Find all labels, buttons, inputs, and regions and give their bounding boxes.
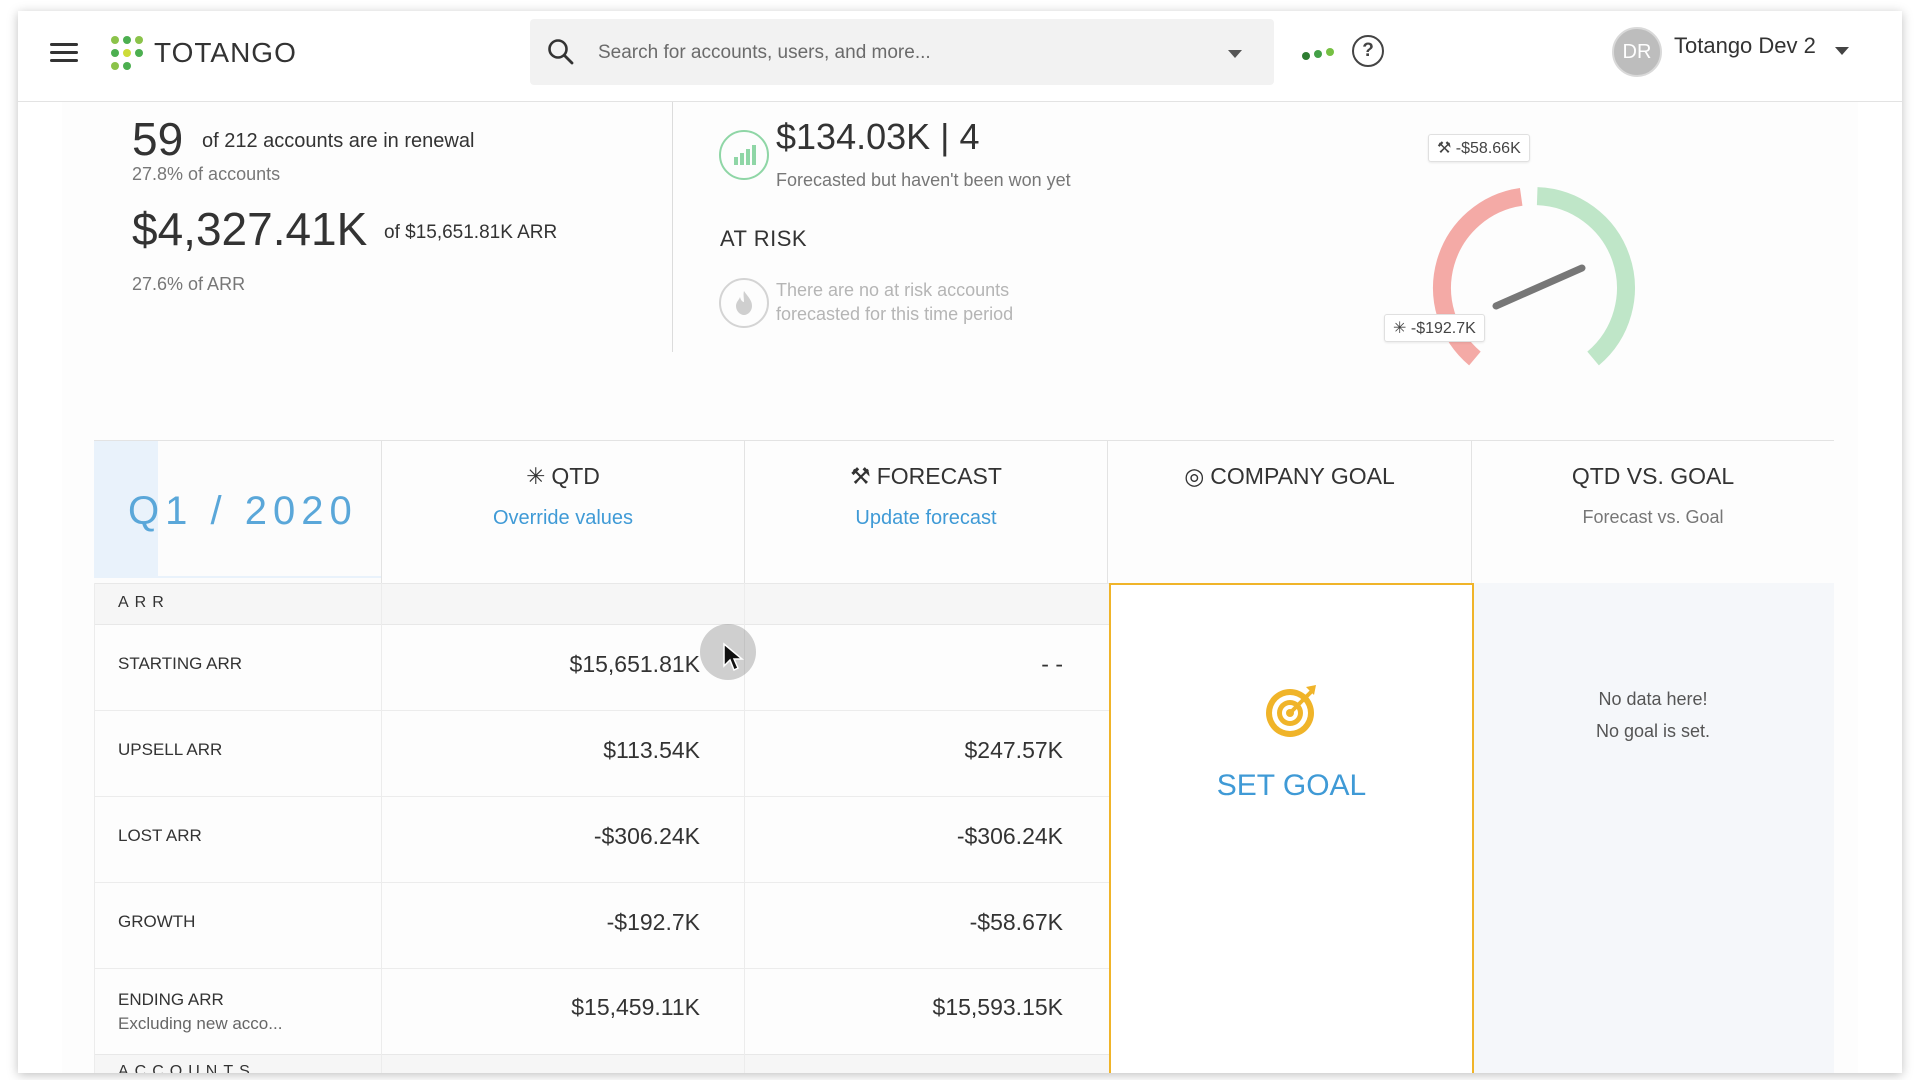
avatar[interactable]: DR xyxy=(1612,27,1662,77)
row-label: LOST ARR xyxy=(118,826,202,845)
search-input[interactable] xyxy=(596,19,1220,87)
qtd-value[interactable]: $15,459.11K xyxy=(500,994,700,1021)
help-glyph: ? xyxy=(1362,40,1374,61)
override-values-link[interactable]: Override values xyxy=(382,507,744,530)
renewals-panel: 59 of 212 accounts are in renewal 27.8% … xyxy=(62,102,1858,1073)
column-qtd: ✳ QTD Override values xyxy=(382,441,745,583)
update-forecast-link[interactable]: Update forecast xyxy=(745,507,1107,530)
column-qtd-vs-goal: QTD VS. GOAL Forecast vs. Goal xyxy=(1472,441,1834,583)
gauge-arc xyxy=(1433,187,1635,366)
target-icon xyxy=(1266,685,1316,737)
quarter-label[interactable]: Q1 / 2020 xyxy=(128,489,358,534)
telescope-icon: ⚒ xyxy=(1437,140,1452,157)
user-menu-caret-icon[interactable] xyxy=(1835,47,1849,55)
qtd-vs-goal-panel: No data here! No goal is set. xyxy=(1472,583,1834,1073)
set-goal-button[interactable]: SET GOAL xyxy=(1111,769,1472,803)
search-dropdown-caret-icon[interactable] xyxy=(1228,50,1242,58)
row-label: UPSELL ARR xyxy=(118,740,223,759)
top-bar: TOTANGO ? DR Totango Dev 2 xyxy=(18,11,1902,102)
forecast-value: $134.03K | 4 xyxy=(776,116,980,157)
row-sublabel: Excluding new acco... xyxy=(118,1014,283,1033)
at-risk-title: AT RISK xyxy=(720,226,808,251)
summary-divider xyxy=(672,102,673,352)
gauge-forecast-value: -$58.66K xyxy=(1455,140,1521,157)
asterisk-icon: ✳ xyxy=(1393,320,1407,337)
forecast-value[interactable]: -$306.24K xyxy=(863,823,1063,850)
forecast-bars-icon xyxy=(719,130,769,180)
asterisk-icon: ✳ xyxy=(526,463,546,489)
telescope-icon: ⚒ xyxy=(850,463,871,489)
avatar-initials: DR xyxy=(1622,41,1652,63)
activity-dots-icon[interactable] xyxy=(1301,47,1337,61)
forecast-note: Forecasted but haven't been won yet xyxy=(776,170,1071,190)
renewal-count-pct: 27.8% of accounts xyxy=(132,164,281,184)
set-goal-panel[interactable]: SET GOAL xyxy=(1109,583,1474,1073)
grid-line xyxy=(94,583,95,1073)
at-risk-note: There are no at risk accounts forecasted… xyxy=(776,280,1014,324)
qtd-value[interactable]: $15,651.81K xyxy=(500,651,700,678)
renewal-count-text: of 212 accounts are in renewal xyxy=(202,130,475,152)
app-window: TOTANGO ? DR Totango Dev 2 59 of 212 acc… xyxy=(18,11,1902,1073)
forecast-gauge: ⚒ -$58.66K ✳ -$192.7K xyxy=(1364,120,1704,400)
search-icon xyxy=(548,39,574,65)
help-icon[interactable]: ? xyxy=(1352,35,1384,67)
company-goal-title: COMPANY GOAL xyxy=(1210,463,1395,489)
forecast-value[interactable]: - - xyxy=(863,651,1063,678)
brand-logo[interactable]: TOTANGO xyxy=(108,31,297,75)
column-forecast: ⚒ FORECAST Update forecast xyxy=(745,441,1108,583)
totango-logo-icon xyxy=(111,36,143,70)
user-name[interactable]: Totango Dev 2 xyxy=(1674,33,1816,59)
renewal-count: 59 xyxy=(132,113,184,165)
grid-line xyxy=(381,583,382,1073)
gauge-needle xyxy=(1492,264,1586,310)
gauge-forecast-tag: ⚒ -$58.66K xyxy=(1428,134,1530,162)
renewal-arr: $4,327.41K xyxy=(132,203,368,255)
menu-icon[interactable] xyxy=(50,41,80,65)
global-search[interactable] xyxy=(530,19,1274,87)
renewal-arr-pct: 27.6% of ARR xyxy=(132,274,246,294)
target-icon: ◎ xyxy=(1184,463,1205,489)
forecast-value[interactable]: -$58.67K xyxy=(863,909,1063,936)
column-company-goal: ◎ COMPANY GOAL xyxy=(1108,441,1472,583)
forecast-value[interactable]: $247.57K xyxy=(863,737,1063,764)
qtd-vs-goal-title: QTD VS. GOAL xyxy=(1571,463,1735,489)
row-label: GROWTH xyxy=(118,912,196,931)
qtd-value[interactable]: -$306.24K xyxy=(500,823,700,850)
section-accounts-label: ACCOUNTS xyxy=(118,1063,256,1073)
row-label: ENDING ARR xyxy=(118,990,224,1009)
gauge-qtd-value: -$192.7K xyxy=(1410,320,1476,337)
quarter-selector[interactable]: Q1 / 2020 xyxy=(94,441,382,583)
qtd-value[interactable]: $113.54K xyxy=(500,737,700,764)
qtd-vs-goal-sub: Forecast vs. Goal xyxy=(1582,507,1724,527)
no-data-line-2: No goal is set. xyxy=(1595,721,1711,741)
gauge-qtd-tag: ✳ -$192.7K xyxy=(1384,314,1485,342)
forecast-title: FORECAST xyxy=(876,463,1002,489)
qtd-title: QTD xyxy=(551,463,600,489)
fire-icon xyxy=(719,278,769,328)
quarter-table: Q1 / 2020 ✳ QTD Override values ⚒ FORECA… xyxy=(94,440,1834,1073)
qtd-value[interactable]: -$192.7K xyxy=(500,909,700,936)
brand-name: TOTANGO xyxy=(154,37,297,68)
row-label: STARTING ARR xyxy=(118,654,243,673)
section-arr-label: ARR xyxy=(118,594,170,611)
mouse-cursor-icon xyxy=(723,642,745,672)
renewal-arr-text: of $15,651.81K ARR xyxy=(384,222,558,243)
no-data-line-1: No data here! xyxy=(1598,689,1708,709)
forecast-value[interactable]: $15,593.15K xyxy=(863,994,1063,1021)
